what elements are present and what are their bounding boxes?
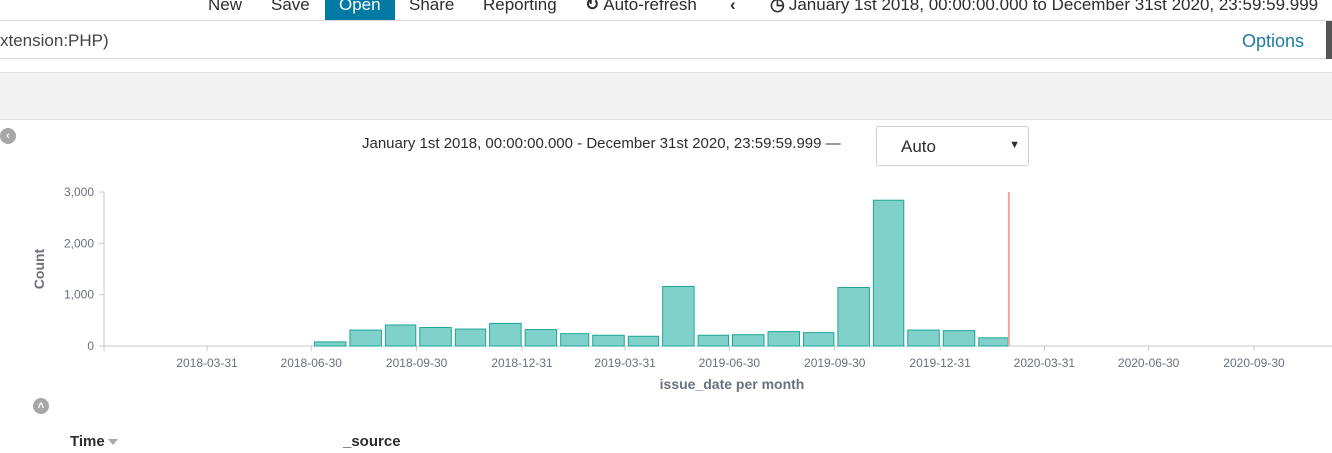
- chevron-left-icon[interactable]: ‹: [730, 0, 736, 17]
- refresh-icon: ↻: [585, 0, 600, 14]
- scrollbar[interactable]: [1326, 21, 1332, 59]
- histogram-bar[interactable]: [313, 341, 347, 347]
- x-tick-label: 2020-09-30: [1223, 356, 1285, 370]
- y-tick-label: 2,000: [64, 236, 94, 250]
- x-tick-label: 2018-06-30: [281, 356, 343, 370]
- y-tick-label: 0: [87, 339, 94, 353]
- x-tick-label: 2019-06-30: [699, 356, 761, 370]
- interval-value: Auto: [901, 137, 936, 156]
- time-picker-button[interactable]: ◷ January 1st 2018, 00:00:00.000 to Decem…: [770, 0, 1318, 17]
- x-tick-label: 2020-06-30: [1118, 356, 1180, 370]
- sort-caret-icon[interactable]: [107, 439, 118, 446]
- collapse-up-icon[interactable]: ˄: [33, 398, 49, 414]
- histogram-bar[interactable]: [454, 328, 487, 347]
- new-button[interactable]: New: [208, 0, 242, 17]
- x-tick-label: 2019-09-30: [804, 356, 866, 370]
- clock-icon: ◷: [770, 0, 785, 14]
- chevron-down-icon: ▼: [1009, 139, 1020, 151]
- x-tick-label: 2018-03-31: [176, 356, 238, 370]
- x-axis: 2018-03-31 2018-06-30 2018-09-30 2018-12-31…: [104, 345, 1332, 370]
- options-link[interactable]: Options: [1242, 31, 1304, 52]
- query-bar: xtension:PHP) Options: [0, 20, 1332, 59]
- auto-refresh-label: Auto-refresh: [603, 0, 697, 14]
- histogram-bar[interactable]: [942, 330, 976, 347]
- filter-bar: [0, 72, 1332, 120]
- save-button[interactable]: Save: [271, 0, 310, 17]
- time-column-header[interactable]: Time: [70, 433, 118, 450]
- histogram-bar[interactable]: [767, 331, 801, 347]
- y-axis-title: Count: [31, 248, 47, 289]
- histogram-bar[interactable]: [803, 332, 835, 347]
- histogram-bar[interactable]: [560, 333, 590, 347]
- x-tick-label: 2018-09-30: [386, 356, 448, 370]
- interval-select[interactable]: Auto ▼: [876, 126, 1029, 166]
- open-button[interactable]: Open: [325, 0, 395, 20]
- histogram-bar[interactable]: [384, 324, 417, 347]
- top-nav: New Save Open Share Reporting ↻ Auto-refr…: [0, 0, 1332, 20]
- histogram-bar[interactable]: [662, 285, 695, 347]
- histogram-bar[interactable]: [627, 335, 660, 347]
- histogram-bar[interactable]: [697, 334, 730, 347]
- x-axis-title: issue_date per month: [660, 376, 805, 392]
- histogram-bar[interactable]: [837, 286, 870, 347]
- share-button[interactable]: Share: [409, 0, 454, 17]
- time-range-label: January 1st 2018, 00:00:00.000 to Decemb…: [788, 0, 1319, 14]
- source-column-header: _source: [343, 433, 401, 450]
- histogram-chart: 01,0002,0003,000 2018-03-31 2018-06-30 201…: [31, 185, 1332, 392]
- x-tick-label: 2020-03-31: [1014, 356, 1076, 370]
- y-tick-label: 1,000: [64, 288, 94, 302]
- x-tick-label: 2019-03-31: [594, 356, 656, 370]
- histogram-bar[interactable]: [349, 329, 382, 347]
- histogram-bar[interactable]: [592, 334, 625, 347]
- y-tick-label: 3,000: [64, 185, 94, 199]
- histogram-bar[interactable]: [907, 329, 940, 347]
- search-input[interactable]: xtension:PHP): [0, 31, 109, 51]
- auto-refresh-button[interactable]: ↻ Auto-refresh: [585, 0, 697, 17]
- reporting-button[interactable]: Reporting: [483, 0, 557, 17]
- histogram-bar[interactable]: [978, 337, 1009, 347]
- time-header-label: Time: [70, 433, 105, 450]
- y-axis: 0 1,000 2,000 3,000: [64, 185, 105, 353]
- x-tick-label: 2019-12-31: [909, 356, 971, 370]
- histogram-bar[interactable]: [419, 327, 452, 347]
- histogram-range-label: January 1st 2018, 00:00:00.000 - Decembe…: [362, 135, 841, 152]
- histogram-bar[interactable]: [872, 199, 905, 347]
- collapse-left-icon[interactable]: ‹: [0, 128, 16, 144]
- bars: [313, 192, 1010, 347]
- histogram-bar[interactable]: [524, 329, 558, 347]
- histogram-bar[interactable]: [489, 322, 522, 347]
- histogram-bar[interactable]: [732, 334, 765, 347]
- x-tick-label: 2018-12-31: [491, 356, 553, 370]
